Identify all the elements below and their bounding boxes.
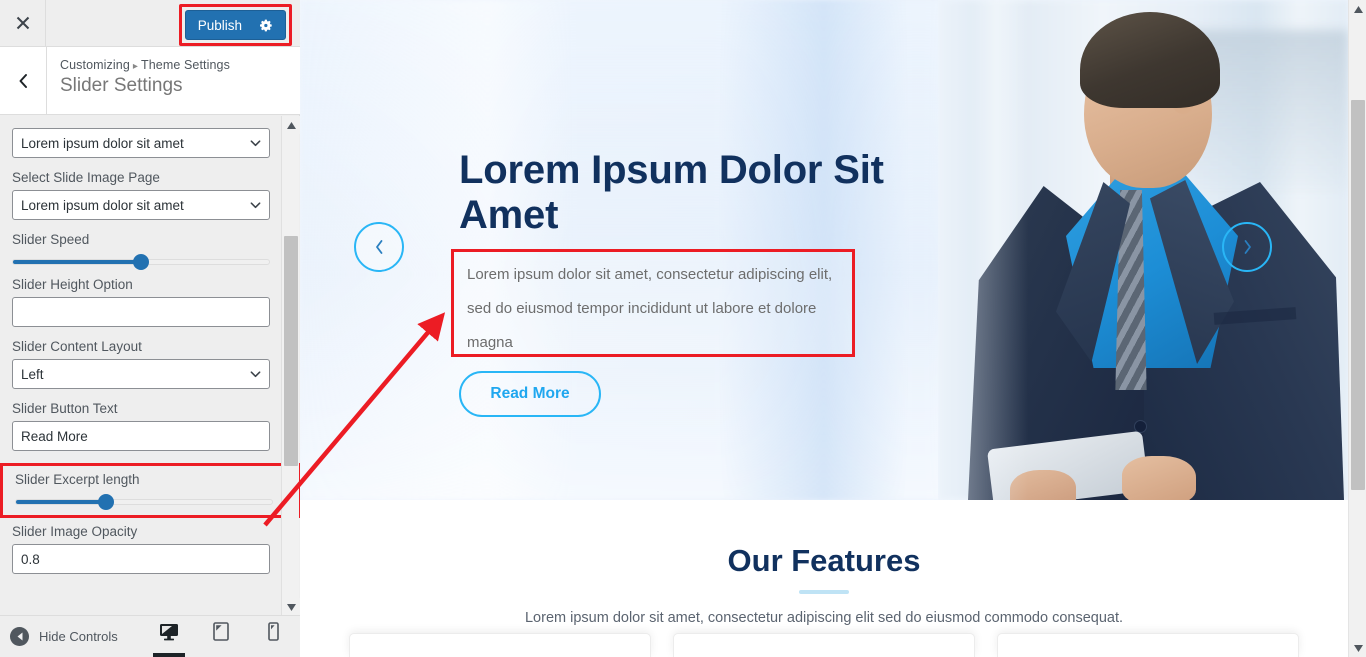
caret-down-icon	[1353, 644, 1363, 652]
breadcrumb-root[interactable]: Customizing	[60, 58, 130, 72]
customizer-screen: Publish Customizing ▸ Theme Settings Slide…	[0, 0, 1366, 657]
chevron-right-icon	[1244, 240, 1251, 254]
caret-up-icon	[1353, 5, 1363, 13]
features-title: Our Features	[727, 543, 921, 578]
chevron-left-icon	[19, 73, 27, 88]
gear-icon[interactable]	[260, 19, 273, 32]
page-title: Slider Settings	[60, 75, 183, 96]
customizer-footer: Hide Controls	[0, 615, 300, 657]
close-icon	[16, 16, 29, 30]
device-tablet-button[interactable]	[208, 615, 234, 657]
select-slide-image-page-dropdown[interactable]: Lorem ipsum dolor sit amet	[12, 190, 270, 220]
publish-button[interactable]: Publish	[184, 10, 286, 40]
slider-speed-label: Slider Speed	[12, 232, 90, 247]
select-slide-page-value: Lorem ipsum dolor sit amet	[21, 135, 184, 151]
slider-image-opacity-input[interactable]: 0.8	[12, 544, 270, 574]
preview-scroll-down-button[interactable]	[1349, 639, 1366, 657]
publish-button-label: Publish	[197, 17, 242, 33]
mobile-icon	[267, 622, 279, 646]
slider-speed-thumb[interactable]	[133, 254, 149, 270]
hero-read-more-button[interactable]: Read More	[459, 371, 601, 417]
device-mobile-button[interactable]	[260, 615, 286, 657]
slider-content-layout-value: Left	[21, 366, 44, 382]
caret-up-icon	[286, 121, 296, 129]
features-title-underline	[799, 590, 849, 594]
slider-excerpt-length-thumb[interactable]	[97, 494, 114, 510]
device-desktop-button[interactable]	[153, 615, 185, 657]
slider-image-opacity-value: 0.8	[21, 551, 40, 567]
breadcrumb-separator-icon: ▸	[132, 61, 138, 72]
slider-button-text-input[interactable]: Read More	[12, 421, 270, 451]
features-subtitle: Lorem ipsum dolor sit amet, consectetur …	[524, 610, 1124, 626]
caret-down-icon	[286, 603, 296, 611]
feature-card[interactable]	[997, 633, 1299, 657]
sidebar-scroll-up-button[interactable]	[282, 116, 300, 134]
chevron-down-icon	[250, 140, 261, 147]
slider-next-button[interactable]	[1222, 222, 1272, 272]
panel-header: Customizing ▸ Theme Settings Slider Settin…	[0, 47, 300, 115]
slider-speed-fill	[13, 260, 141, 264]
device-preview-switcher	[153, 615, 286, 657]
hide-controls-label: Hide Controls	[39, 629, 118, 644]
chevron-left-icon	[375, 240, 382, 254]
breadcrumb-parent[interactable]: Theme Settings	[141, 58, 230, 72]
slider-prev-button[interactable]	[354, 222, 404, 272]
preview-scroll-up-button[interactable]	[1349, 0, 1366, 18]
collapse-left-icon	[10, 627, 29, 646]
control-select-slide-image-page: Select Slide Image Page Lorem ipsum dolo…	[12, 170, 288, 220]
close-customizer-button[interactable]	[0, 0, 46, 46]
select-slide-page-dropdown[interactable]: Lorem ipsum dolor sit amet	[12, 128, 270, 158]
hero-excerpt: Lorem ipsum dolor sit amet, consectetur …	[467, 266, 833, 352]
slider-excerpt-length-track[interactable]	[15, 494, 273, 510]
hide-controls-button[interactable]: Hide Controls	[0, 627, 118, 646]
slider-button-text-value: Read More	[21, 428, 88, 444]
preview-scrollbar-thumb[interactable]	[1351, 100, 1365, 490]
control-slider-speed: Slider Speed	[12, 232, 288, 270]
hero-read-more-label: Read More	[490, 385, 570, 402]
feature-card[interactable]	[349, 633, 651, 657]
hero-content: Lorem Ipsum Dolor Sit Amet Lorem ipsum d…	[451, 0, 1019, 500]
select-slide-image-page-label: Select Slide Image Page	[12, 170, 160, 185]
slider-height-option-label: Slider Height Option	[12, 277, 133, 292]
panel-back-button[interactable]	[0, 47, 47, 114]
features-card-row	[300, 633, 1348, 657]
hero-title: Lorem Ipsum Dolor Sit Amet	[459, 148, 884, 237]
slider-excerpt-length-fill	[16, 500, 106, 504]
chevron-down-icon	[250, 202, 261, 209]
sidebar-scroll-down-button[interactable]	[282, 598, 300, 616]
control-select-slide-page: Lorem ipsum dolor sit amet	[12, 128, 288, 158]
publish-annotation-box: Publish	[178, 4, 292, 46]
customizer-header: Publish	[0, 0, 300, 47]
tablet-icon	[213, 622, 229, 646]
annotation-arrow-icon	[263, 312, 446, 527]
slider-height-option-input[interactable]	[12, 297, 270, 327]
slider-speed-track[interactable]	[12, 254, 270, 270]
desktop-icon	[159, 623, 179, 646]
feature-card[interactable]	[673, 633, 975, 657]
select-slide-image-page-value: Lorem ipsum dolor sit amet	[21, 197, 184, 213]
slider-content-layout-dropdown[interactable]: Left	[12, 359, 270, 389]
breadcrumb: Customizing ▸ Theme Settings	[60, 58, 230, 72]
preview-scrollbar[interactable]	[1348, 0, 1366, 657]
